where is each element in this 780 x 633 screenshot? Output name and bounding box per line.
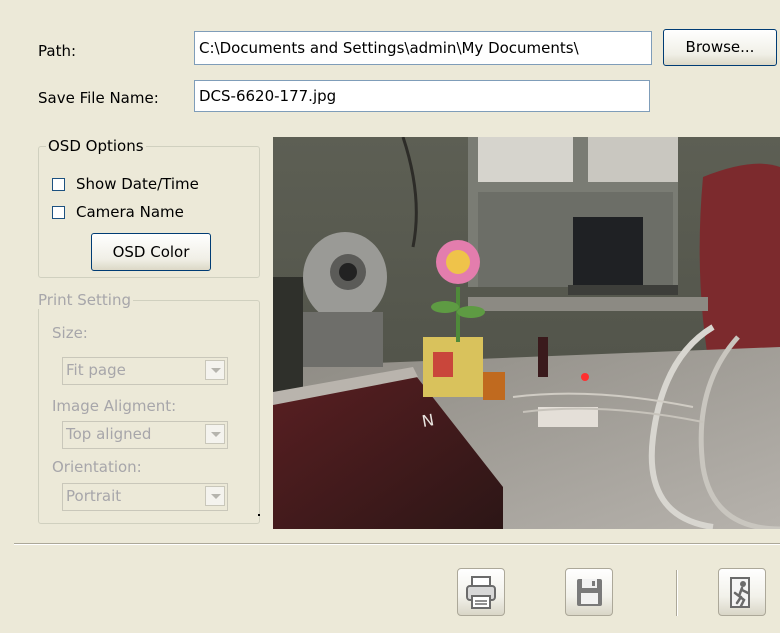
orientation-label: Orientation:: [52, 458, 142, 476]
size-value: Fit page: [66, 361, 126, 379]
size-select[interactable]: Fit page: [62, 357, 228, 385]
osd-color-button[interactable]: OSD Color: [91, 233, 211, 271]
snapshot-preview: N: [273, 137, 780, 529]
orientation-value: Portrait: [66, 487, 122, 505]
path-field[interactable]: C:\Documents and Settings\admin\My Docum…: [194, 31, 652, 65]
separator: [14, 543, 780, 545]
save-button[interactable]: [565, 568, 613, 616]
browse-button[interactable]: Browse...: [663, 29, 777, 66]
image-alignment-value: Top aligned: [66, 425, 152, 443]
show-datetime-checkbox[interactable]: [52, 178, 65, 191]
camera-name-label: Camera Name: [76, 203, 184, 221]
camera-name-checkbox[interactable]: [52, 206, 65, 219]
osd-options-title: OSD Options: [46, 137, 146, 155]
image-alignment-label: Image Aligment:: [52, 397, 177, 415]
printer-icon: [466, 576, 496, 609]
show-datetime-label: Show Date/Time: [76, 175, 199, 193]
path-label: Path:: [38, 42, 77, 60]
floppy-disk-icon: [577, 579, 602, 606]
exit-button[interactable]: [718, 568, 766, 616]
print-setting-title: Print Setting: [36, 291, 133, 309]
orientation-select[interactable]: Portrait: [62, 483, 228, 511]
image-alignment-select[interactable]: Top aligned: [62, 421, 228, 449]
exit-door-icon: [730, 577, 750, 608]
chevron-down-icon: [205, 486, 225, 506]
size-label: Size:: [52, 324, 88, 342]
toolbar-separator: [676, 570, 678, 616]
chevron-down-icon: [205, 360, 225, 380]
print-button[interactable]: [457, 568, 505, 616]
snapshot-image: N: [273, 137, 780, 529]
save-file-name-input[interactable]: DCS-6620-177.jpg: [194, 80, 650, 112]
preview-marker-dot: [258, 514, 260, 516]
save-file-name-label: Save File Name:: [38, 89, 159, 107]
chevron-down-icon: [205, 424, 225, 444]
